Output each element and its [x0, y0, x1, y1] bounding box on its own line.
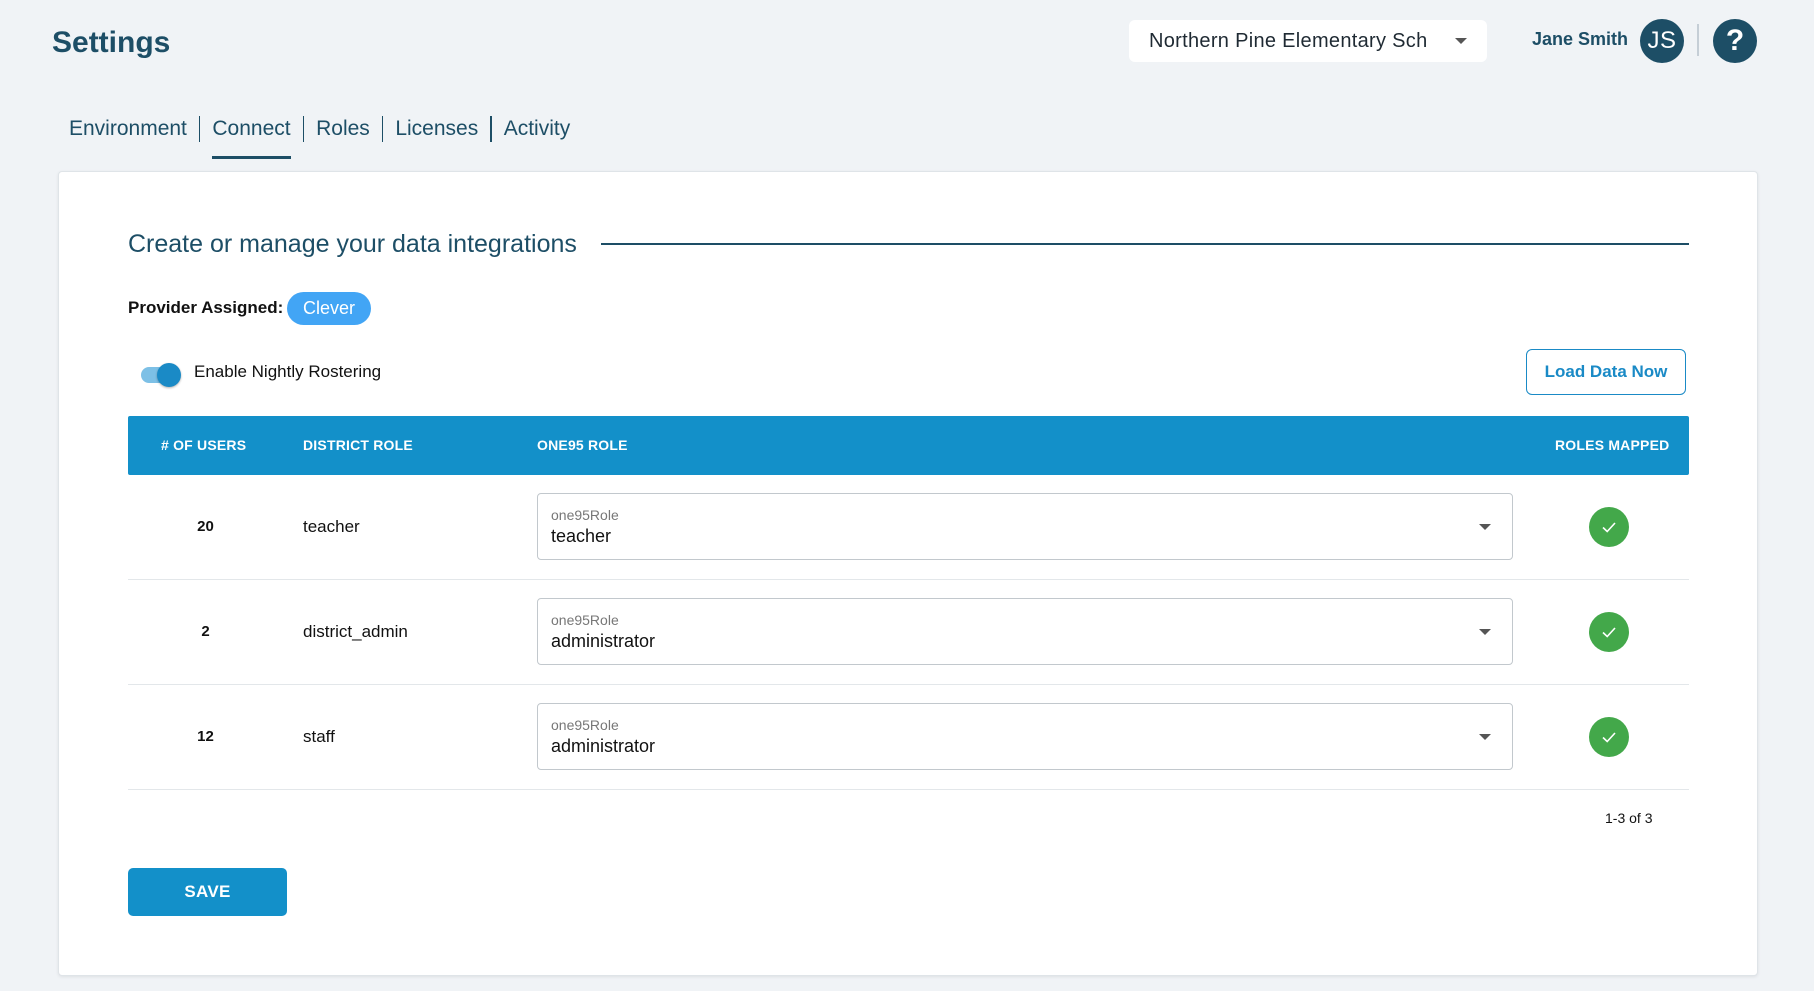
provider-label: Provider Assigned:	[128, 298, 284, 317]
select-label: one95Role	[551, 612, 619, 628]
provider-chip: Clever	[287, 292, 372, 325]
settings-tabs: Environment Connect Roles Licenses Activ…	[69, 114, 583, 159]
user-name: Jane Smith	[1532, 29, 1629, 49]
tab-licenses[interactable]: Licenses	[383, 114, 490, 144]
pagination-info: 1-3 of 3	[1605, 810, 1653, 826]
table-header: # OF USERS DISTRICT ROLE ONE95 ROLE ROLE…	[128, 416, 1689, 475]
select-value: administrator	[551, 736, 656, 756]
table-row: 2 district_admin one95Role administrator	[128, 580, 1689, 685]
school-select-value: Northern Pine Elementary Sch	[1149, 29, 1428, 52]
one95-role-select[interactable]: one95Role administrator	[537, 598, 1513, 665]
user-count: 12	[197, 728, 214, 745]
tab-environment[interactable]: Environment	[69, 114, 199, 144]
help-glyph: ?	[1725, 24, 1745, 57]
role-mapping-table: # OF USERS DISTRICT ROLE ONE95 ROLE ROLE…	[128, 416, 1689, 790]
district-role: district_admin	[303, 622, 408, 641]
avatar[interactable]: JS	[1640, 19, 1684, 63]
column-header-roles-mapped: ROLES MAPPED	[1555, 437, 1670, 453]
check-icon	[1589, 612, 1629, 652]
tab-roles[interactable]: Roles	[304, 114, 382, 144]
district-role: teacher	[303, 517, 360, 536]
user-count: 2	[201, 623, 210, 640]
page-title: Settings	[52, 26, 171, 59]
column-header-district-role: DISTRICT ROLE	[303, 437, 413, 453]
column-header-users: # OF USERS	[161, 437, 247, 453]
one95-role-select[interactable]: one95Role teacher	[537, 493, 1513, 560]
select-label: one95Role	[551, 717, 619, 733]
chevron-down-icon	[1479, 629, 1491, 635]
toggle-label: Enable Nightly Rostering	[194, 362, 382, 381]
save-button[interactable]: SAVE	[128, 868, 287, 916]
table-row: 12 staff one95Role administrator	[128, 685, 1689, 790]
load-data-now-button[interactable]: Load Data Now	[1526, 349, 1686, 395]
table-row: 20 teacher one95Role teacher	[128, 475, 1689, 580]
toggle-thumb	[157, 363, 181, 387]
user-count: 20	[197, 518, 214, 535]
section-divider	[601, 243, 1689, 245]
check-icon	[1589, 717, 1629, 757]
integrations-card: Create or manage your data integrations …	[58, 171, 1758, 976]
section-title: Create or manage your data integrations	[128, 230, 577, 258]
select-value: administrator	[551, 631, 656, 651]
help-icon[interactable]: ?	[1713, 19, 1757, 63]
district-role: staff	[303, 727, 335, 746]
nightly-rostering-toggle[interactable]	[141, 361, 183, 389]
check-icon	[1589, 507, 1629, 547]
column-header-one95-role: ONE95 ROLE	[537, 437, 628, 453]
tab-activity[interactable]: Activity	[492, 114, 583, 144]
chevron-down-icon	[1479, 734, 1491, 740]
chevron-down-icon	[1455, 38, 1467, 44]
select-label: one95Role	[551, 507, 619, 523]
chevron-down-icon	[1479, 524, 1491, 530]
header-divider	[1697, 24, 1699, 56]
tab-connect[interactable]: Connect	[200, 114, 302, 159]
one95-role-select[interactable]: one95Role administrator	[537, 703, 1513, 770]
select-value: teacher	[551, 526, 612, 546]
avatar-initials: JS	[1647, 27, 1677, 54]
school-select[interactable]: Northern Pine Elementary Sch	[1129, 20, 1487, 62]
